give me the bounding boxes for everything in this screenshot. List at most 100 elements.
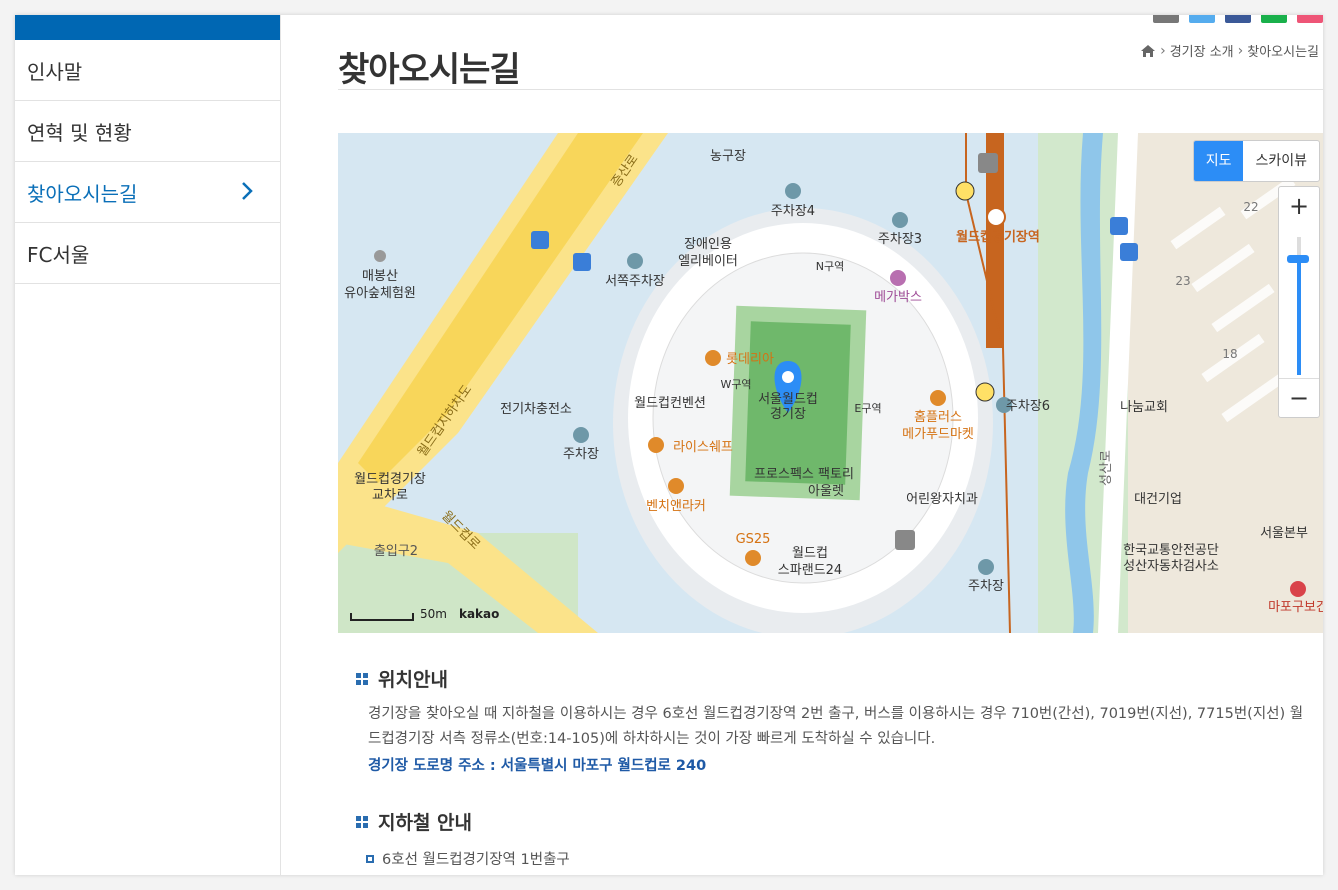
map-label: 메가푸드마켓 — [902, 427, 974, 442]
map-label: 경기장 — [770, 407, 806, 422]
parking-icon — [573, 427, 589, 443]
zoom-fill — [1297, 257, 1301, 375]
sidebar-item-label: FC서울 — [27, 242, 90, 267]
map-label: 출입구2 — [374, 544, 418, 559]
exit-1-icon — [975, 382, 995, 402]
line-icon[interactable] — [1261, 15, 1287, 23]
map-label: 어린왕자치과 — [906, 492, 978, 507]
sidebar-item-label: 인사말 — [27, 59, 83, 84]
map-label: 엘리베이터 — [678, 254, 738, 269]
map-label: 18 — [1222, 347, 1237, 361]
map-label: E구역 — [854, 402, 881, 415]
road-address: 경기장 도로명 주소 : 서울특별시 마포구 월드컵로 240 — [368, 758, 707, 774]
chevron-right-icon: › — [1160, 42, 1166, 59]
map-label: 메가박스 — [874, 290, 922, 305]
bus-stop-icon — [573, 253, 591, 271]
section-title: 지하철 안내 — [378, 812, 473, 834]
map-type-toggle: 지도 스카이뷰 — [1192, 140, 1320, 182]
twitter-icon[interactable] — [1189, 15, 1215, 23]
skyview-button[interactable]: 스카이뷰 — [1243, 141, 1319, 181]
subway-item-text: 6호선 월드컵경기장역 1번출구 — [382, 852, 570, 868]
breadcrumb-item[interactable]: 찾아오시는길 — [1247, 41, 1319, 60]
map-label: 월드컵컨벤션 — [634, 396, 706, 411]
map-label: 장애인용 — [684, 237, 732, 252]
square-bullet-icon — [366, 854, 374, 863]
restroom-icon — [978, 153, 998, 173]
sidebar-item-label: 찾아오시는길 — [27, 181, 138, 206]
bus-stop-icon — [531, 231, 549, 249]
map-label: 22 — [1243, 200, 1258, 214]
zoom-control: + − — [1278, 186, 1320, 418]
facebook-icon[interactable] — [1225, 15, 1251, 23]
parking-icon — [785, 183, 801, 199]
page-title: 찾아오시는길 — [338, 49, 521, 90]
section-title: 위치안내 — [378, 669, 448, 691]
map-label: 대건기업 — [1134, 492, 1182, 507]
main-content: 찾아오시는길 › 경기장 소개 › 찾아오시는길 서울월드컵 경기장 월드컵경기… — [338, 15, 1323, 875]
map-view-button[interactable]: 지도 — [1193, 141, 1244, 181]
section-bullet-icon — [356, 672, 368, 685]
home-icon[interactable] — [1140, 44, 1156, 58]
map-label: 나눔교회 — [1120, 400, 1168, 415]
map-label: 월드컵경기장역 — [956, 229, 1040, 245]
chevron-right-icon: › — [1237, 42, 1244, 59]
cinema-icon — [890, 270, 906, 286]
scale-label: 50m — [420, 607, 447, 621]
place-icon — [374, 250, 386, 262]
map-label: 마포구보건 — [1268, 600, 1323, 615]
hospital-icon — [1290, 581, 1306, 597]
map-label: GS25 — [736, 532, 771, 547]
map-label: N구역 — [816, 260, 844, 273]
map-label: 롯데리아 — [726, 352, 774, 367]
map-label: 교차로 — [372, 488, 408, 503]
print-icon[interactable] — [1153, 15, 1179, 23]
map-label: 홈플러스 — [914, 410, 962, 425]
restaurant-icon — [648, 437, 664, 453]
location-text: 경기장을 찾아오실 때 지하철을 이용하시는 경우 6호선 월드컵경기장역 2번… — [368, 706, 1304, 747]
close-icon[interactable] — [1297, 15, 1323, 23]
map-label: 라이스쉐프 — [673, 440, 733, 455]
sidebar: 인사말 연혁 및 현황 찾아오시는길 FC서울 — [15, 15, 281, 875]
restaurant-icon — [705, 350, 721, 366]
parking-icon — [892, 212, 908, 228]
zoom-in-button[interactable]: + — [1279, 187, 1319, 225]
map-label: 프로스펙스 팩토리 — [754, 467, 854, 482]
sidebar-item-fcseoul[interactable]: FC서울 — [15, 223, 280, 284]
section-bullet-icon — [356, 815, 368, 828]
map-label: 주차장3 — [878, 232, 922, 247]
list-item: 6호선 월드컵경기장역 1번출구 — [366, 848, 570, 869]
map-label: W구역 — [720, 378, 751, 391]
shopping-cart-icon — [930, 390, 946, 406]
map-label: 성산자동차검사소 — [1123, 559, 1219, 574]
chevron-right-icon — [242, 182, 253, 200]
share-buttons — [1153, 15, 1323, 23]
map-label: 매봉산 — [362, 269, 398, 284]
breadcrumb-item[interactable]: 경기장 소개 — [1170, 41, 1234, 60]
bus-stop-icon — [1110, 217, 1128, 235]
zoom-out-button[interactable]: − — [1279, 378, 1319, 417]
sidebar-item-history[interactable]: 연혁 및 현황 — [15, 101, 280, 162]
map-canvas[interactable]: 서울월드컵 경기장 월드컵경기장역 주차장4 주차장3 주차장6 서쪽주차장 주… — [338, 133, 1323, 633]
subway-heading: 지하철 안내 — [356, 808, 472, 835]
sidebar-item-greeting[interactable]: 인사말 — [15, 40, 280, 101]
zoom-slider-handle[interactable] — [1287, 255, 1309, 263]
map-label: 23 — [1175, 274, 1190, 288]
map-scale: 50m kakao — [350, 607, 499, 621]
breadcrumb: › 경기장 소개 › 찾아오시는길 — [1140, 41, 1319, 60]
map-label: 농구장 — [710, 149, 746, 164]
map-label: 전기차충전소 — [500, 402, 572, 417]
divider — [338, 89, 1323, 90]
sidebar-top-bar — [15, 15, 280, 40]
scale-bar — [350, 613, 414, 621]
map-label: 주차장 — [968, 579, 1004, 594]
map-label: 서울본부 — [1260, 526, 1308, 541]
parking-icon — [627, 253, 643, 269]
map-label: 주차장6 — [1006, 399, 1050, 414]
parking-icon — [978, 559, 994, 575]
cafe-icon — [668, 478, 684, 494]
map-label: 성산로 — [1099, 450, 1114, 486]
map-provider-logo: kakao — [458, 607, 500, 621]
location-map[interactable]: 서울월드컵 경기장 월드컵경기장역 주차장4 주차장3 주차장6 서쪽주차장 주… — [338, 133, 1323, 633]
map-label: 서쪽주차장 — [605, 274, 665, 289]
sidebar-item-directions[interactable]: 찾아오시는길 — [15, 162, 280, 223]
